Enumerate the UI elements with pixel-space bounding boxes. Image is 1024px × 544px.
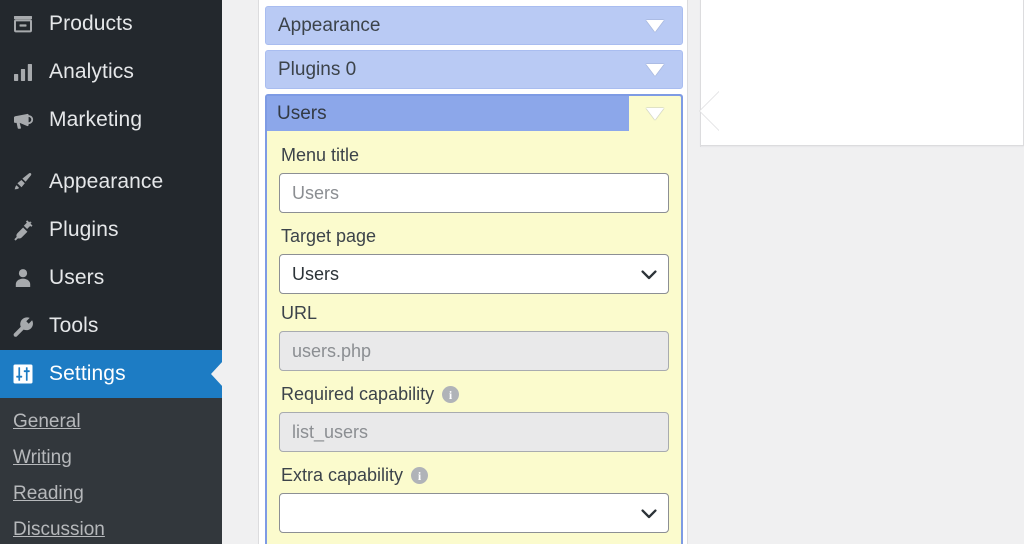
accordion-title: Users (277, 102, 327, 124)
target-page-label: Target page (281, 226, 669, 247)
sidebar-item-settings[interactable]: Settings (0, 350, 223, 398)
sidebar-divider (0, 144, 222, 158)
chevron-down-icon[interactable] (628, 7, 682, 44)
triangle-glyph (646, 19, 664, 32)
extra-capability-select[interactable] (279, 493, 669, 533)
target-page-value: Users (292, 263, 340, 284)
target-page-select[interactable]: Users (279, 254, 669, 294)
label-text: Required capability (281, 384, 435, 404)
megaphone-icon (10, 107, 36, 133)
url-input[interactable] (279, 331, 669, 371)
sidebar-item-label: Users (49, 266, 105, 289)
url-label: URL (281, 303, 669, 324)
sidebar-item-users[interactable]: Users (0, 254, 222, 302)
label-text: URL (281, 303, 318, 323)
submenu-item-discussion[interactable]: Discussion (0, 512, 222, 544)
label-text: Target page (281, 226, 377, 246)
info-icon[interactable]: i (442, 386, 460, 403)
chevron-down-icon[interactable] (629, 96, 681, 131)
accordion-header-plugins[interactable]: Plugins 0 (265, 50, 683, 89)
user-icon (10, 265, 36, 291)
preview-area (689, 0, 1024, 544)
bar-chart-icon (10, 59, 36, 85)
sidebar-item-tools[interactable]: Tools (0, 302, 222, 350)
required-capability-input[interactable] (279, 412, 669, 452)
chevron-down-icon (641, 509, 657, 523)
menu-editor-panel: Appearance Plugins 0 Users Menu title Us… (258, 0, 688, 544)
sidebar-item-label: Plugins (49, 218, 119, 241)
menu-title-input[interactable] (279, 173, 669, 213)
menu-title-label: Menu title (281, 145, 669, 166)
submenu-item-reading[interactable]: Reading (0, 476, 222, 512)
accordion-title: Plugins 0 (278, 58, 357, 80)
paintbrush-icon (10, 169, 36, 195)
screen: Products Analytics Marketing Appearance … (0, 0, 1024, 544)
chevron-down-icon (641, 270, 657, 284)
wrench-icon (10, 313, 36, 339)
extra-capability-label: Extra capability i (281, 465, 669, 486)
preview-callout-panel (700, 0, 1024, 147)
plug-icon (10, 217, 36, 243)
admin-sidebar: Products Analytics Marketing Appearance … (0, 0, 223, 544)
sidebar-item-marketing[interactable]: Marketing (0, 96, 222, 144)
accordion-title: Appearance (278, 14, 381, 36)
accordion-block-users: Users Menu title Target page Users (265, 94, 683, 544)
sidebar-content-gutter (222, 0, 258, 544)
label-text: Menu title (281, 145, 360, 165)
sidebar-item-label: Marketing (49, 108, 143, 131)
info-icon[interactable]: i (411, 467, 429, 484)
sidebar-item-label: Settings (49, 362, 126, 385)
target-page-select-wrap[interactable]: Users (279, 254, 669, 294)
sidebar-item-analytics[interactable]: Analytics (0, 48, 222, 96)
sidebar-item-label: Products (49, 12, 133, 35)
sidebar-item-appearance[interactable]: Appearance (0, 158, 222, 206)
sidebar-item-products[interactable]: Products (0, 0, 222, 48)
label-text: Extra capability (281, 465, 404, 485)
chevron-down-icon[interactable] (628, 51, 682, 88)
submenu-item-writing[interactable]: Writing (0, 440, 222, 476)
callout-pointer-arrow (700, 91, 720, 131)
accordion-header-users[interactable]: Users (267, 96, 681, 131)
required-capability-label: Required capability i (281, 384, 669, 405)
triangle-glyph (646, 63, 664, 76)
sidebar-item-label: Analytics (49, 60, 134, 83)
sidebar-item-label: Tools (49, 314, 99, 337)
sidebar-item-label: Appearance (49, 170, 164, 193)
extra-capability-select-wrap[interactable] (279, 493, 669, 533)
settings-submenu: General Writing Reading Discussion (0, 398, 222, 544)
archive-box-icon (10, 11, 36, 37)
accordion-body-users: Menu title Target page Users (267, 131, 681, 544)
sidebar-item-plugins[interactable]: Plugins (0, 206, 222, 254)
sliders-icon (10, 361, 36, 387)
triangle-glyph (646, 107, 664, 120)
submenu-item-general[interactable]: General (0, 404, 222, 440)
accordion-header-appearance[interactable]: Appearance (265, 6, 683, 45)
